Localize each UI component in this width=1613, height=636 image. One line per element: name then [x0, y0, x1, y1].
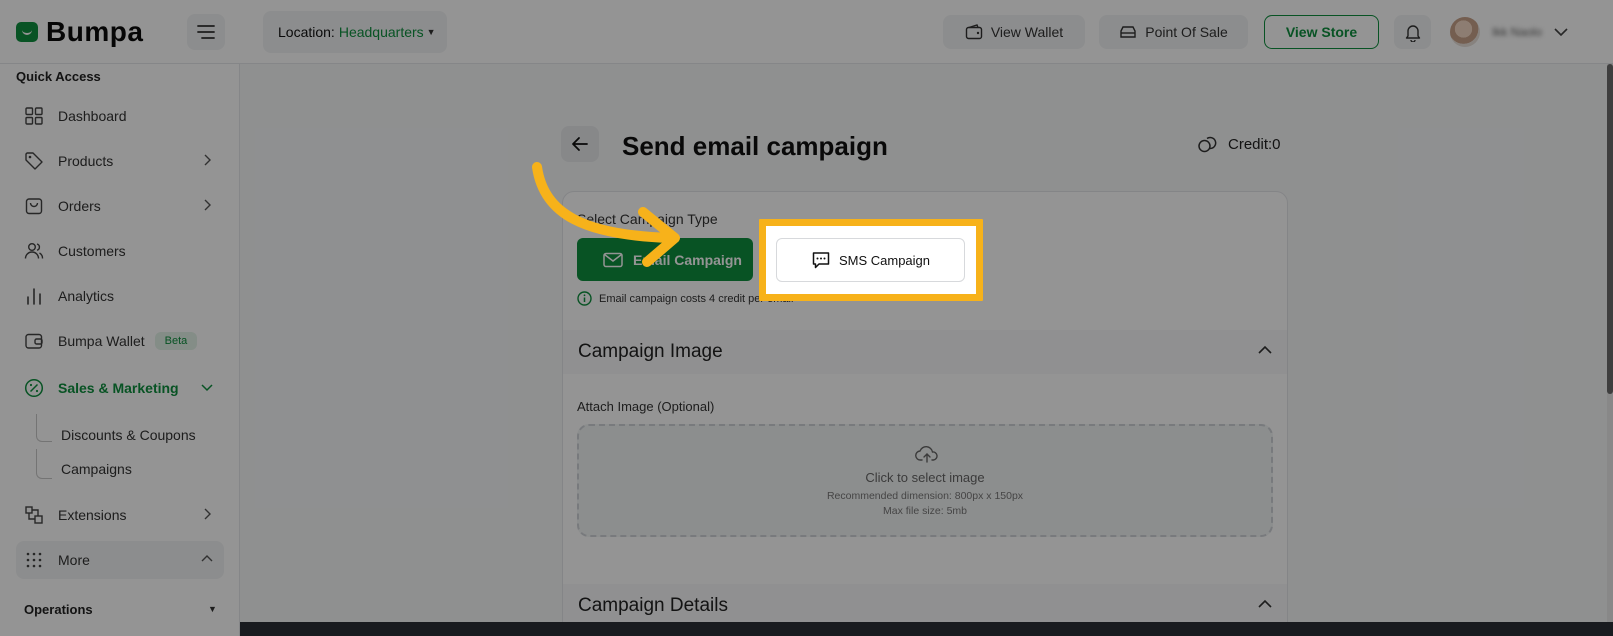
campaign-image-section-header[interactable]: Campaign Image — [563, 330, 1287, 374]
sidebar-item-label: Extensions — [58, 507, 127, 523]
tree-connector — [36, 449, 52, 479]
chevron-up-icon — [1258, 599, 1272, 608]
bar-chart-icon — [24, 286, 44, 306]
bottom-bar — [240, 622, 1613, 636]
sidebar-item-customers[interactable]: Customers — [16, 232, 224, 270]
credit-label: Credit:0 — [1228, 135, 1281, 153]
caret-down-icon: ▼ — [208, 604, 217, 614]
chevron-right-icon — [204, 508, 211, 520]
chevron-down-icon — [1554, 28, 1568, 37]
brand-name: Bumpa — [46, 16, 144, 47]
cloud-upload-icon — [915, 446, 938, 463]
view-wallet-button[interactable]: View Wallet — [943, 15, 1085, 49]
sidebar-item-extensions[interactable]: Extensions — [16, 496, 224, 534]
notifications-button[interactable] — [1394, 15, 1431, 49]
menu-toggle-button[interactable] — [187, 14, 225, 50]
operations-title[interactable]: Operations — [24, 602, 93, 617]
point-of-sale-button[interactable]: Point Of Sale — [1099, 15, 1248, 49]
select-campaign-type-label: Select Campaign Type — [577, 211, 718, 227]
sidebar-item-label: Analytics — [58, 288, 115, 304]
page-title: Send email campaign — [622, 131, 888, 161]
quick-access-title: Quick Access — [16, 69, 101, 84]
upload-dimension-hint: Recommended dimension: 800px x 150px — [826, 490, 1024, 502]
location-value: Headquarters — [338, 24, 424, 40]
image-upload-dropzone[interactable]: Click to select image Recommended dimens… — [577, 424, 1273, 537]
info-icon — [577, 291, 592, 306]
attach-image-label: Attach Image (Optional) — [577, 399, 715, 414]
user-menu[interactable]: Ikk Naolo — [1450, 17, 1568, 47]
sidebar-item-label: More — [58, 552, 90, 568]
credit-balance: Credit:0 — [1197, 134, 1281, 154]
coins-icon — [1198, 136, 1217, 153]
bell-icon — [1405, 25, 1420, 42]
sidebar-subitem-discounts[interactable]: Discounts & Coupons — [61, 427, 196, 443]
view-store-button[interactable]: View Store — [1264, 15, 1379, 49]
grid-icon — [24, 106, 44, 126]
avatar — [1450, 17, 1480, 47]
chevron-up-icon — [1258, 345, 1272, 354]
sms-campaign-label: SMS Campaign — [838, 252, 931, 268]
view-store-label: View Store — [1285, 24, 1358, 40]
chevron-down-icon — [201, 384, 213, 392]
sidebar-item-analytics[interactable]: Analytics — [16, 277, 224, 315]
sidebar-item-label: Orders — [58, 198, 101, 214]
campaign-image-title: Campaign Image — [578, 341, 723, 362]
pos-icon — [1120, 26, 1136, 38]
sidebar-item-label: Customers — [58, 243, 126, 259]
hamburger-icon — [197, 25, 215, 39]
scrollbar-thumb[interactable] — [1607, 64, 1613, 394]
sidebar-item-label: Bumpa Wallet — [58, 333, 145, 349]
sidebar-item-label: Dashboard — [58, 108, 127, 124]
sidebar: Quick Access Dashboard Products Orders C… — [0, 64, 240, 636]
email-campaign-label: Email Campaign — [633, 251, 742, 268]
location-label: Location: — [278, 24, 335, 40]
chevron-right-icon — [204, 199, 211, 211]
chevron-up-icon — [201, 555, 213, 562]
email-campaign-button[interactable]: Email Campaign — [577, 238, 753, 281]
bag-icon — [24, 196, 44, 216]
arrow-left-icon — [572, 137, 588, 151]
user-name: Ikk Naolo — [1492, 25, 1543, 39]
back-button[interactable] — [561, 126, 599, 162]
sidebar-item-more[interactable]: More — [16, 541, 224, 579]
sidebar-item-label: Products — [58, 153, 114, 169]
top-bar: Bumpa Location: Headquarters ▼ View Wall… — [0, 0, 1613, 64]
sidebar-item-dashboard[interactable]: Dashboard — [16, 97, 224, 135]
sidebar-item-label: Sales & Marketing — [58, 380, 179, 396]
campaign-details-title: Campaign Details — [578, 595, 728, 616]
mail-icon — [603, 252, 623, 267]
beta-badge: Beta — [154, 332, 198, 350]
view-wallet-label: View Wallet — [990, 24, 1064, 40]
sidebar-item-sales-marketing[interactable]: Sales & Marketing — [16, 369, 224, 407]
bumpa-logo-icon — [16, 22, 38, 42]
caret-down-icon: ▼ — [426, 27, 436, 37]
location-selector[interactable]: Location: Headquarters ▼ — [263, 11, 447, 53]
chat-bubble-icon — [812, 252, 830, 269]
bumpa-logo[interactable]: Bumpa — [16, 16, 143, 48]
puzzle-icon — [24, 505, 44, 525]
sidebar-item-products[interactable]: Products — [16, 142, 224, 180]
sidebar-item-orders[interactable]: Orders — [16, 187, 224, 225]
upload-size-hint: Max file size: 5mb — [882, 505, 968, 517]
chevron-right-icon — [204, 154, 211, 166]
sidebar-subitem-campaigns[interactable]: Campaigns — [61, 461, 132, 477]
tree-connector — [36, 414, 52, 442]
point-of-sale-label: Point Of Sale — [1145, 24, 1228, 40]
wallet-icon — [24, 331, 44, 351]
dots-grid-icon — [24, 550, 44, 570]
upload-prompt: Click to select image — [865, 470, 985, 485]
users-icon — [24, 241, 44, 261]
tag-icon — [24, 151, 44, 171]
percent-icon — [24, 378, 44, 398]
sms-campaign-button[interactable]: SMS Campaign — [776, 238, 965, 282]
wallet-icon — [965, 24, 983, 40]
sidebar-item-bumpa-wallet[interactable]: Bumpa Wallet Beta — [16, 322, 224, 360]
